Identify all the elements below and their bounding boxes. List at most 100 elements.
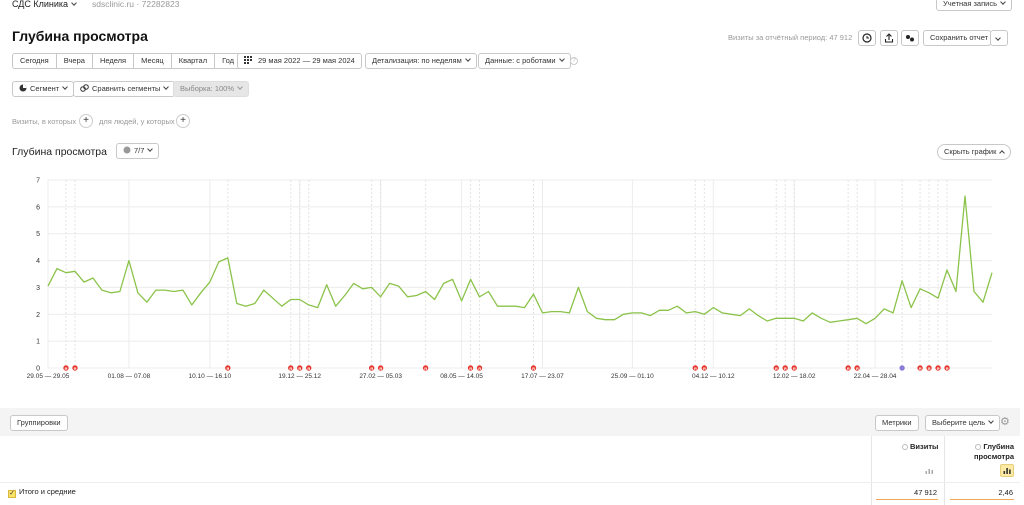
x-tick-label: 29.05 — 29.05	[27, 373, 70, 380]
y-tick-label: 4	[36, 258, 40, 265]
period-month[interactable]: Месяц	[134, 54, 172, 68]
export-button[interactable]	[880, 30, 898, 46]
visits-filter-label: Визиты, в которых	[12, 117, 77, 126]
clock-button[interactable]	[858, 30, 876, 46]
detail-selector[interactable]: Детализация: по неделям	[365, 53, 477, 69]
col-depth-chart-icon[interactable]	[1000, 464, 1014, 477]
sample-selector[interactable]: Выборка: 100%	[173, 81, 249, 97]
depth-series-line	[47, 195, 993, 325]
x-tick-label: 12.02 — 18.02	[773, 373, 816, 380]
counter-selector[interactable]: СДС Клиника	[12, 0, 77, 9]
annotation-marker-label: Я	[946, 366, 949, 371]
x-tick-label: 27.02 — 05.03	[359, 373, 402, 380]
annotation-marker-label: Я	[793, 366, 796, 371]
annotation-marker-label: Я	[370, 366, 373, 371]
table-toolbar	[0, 408, 1020, 436]
period-week[interactable]: Неделя	[93, 54, 135, 68]
period-today[interactable]: Сегодня	[13, 54, 57, 68]
pie-icon	[19, 84, 27, 92]
report-table: Визиты Глубина просмотра ✓ Итого и средние…	[0, 436, 1020, 505]
annotation-marker-label: Я	[937, 366, 940, 371]
annotation-marker-label: Я	[703, 366, 706, 371]
table-settings-icon[interactable]: ⚙	[1000, 417, 1010, 428]
chart-metrics-button[interactable]: 7/7	[116, 143, 160, 159]
annotation-marker-label: Я	[919, 366, 922, 371]
compare-icon	[80, 84, 89, 92]
save-report-button[interactable]: Сохранить отчет	[923, 30, 991, 46]
annotation-marker-label: Я	[784, 366, 787, 371]
annotation-marker-label: Я	[424, 366, 427, 371]
add-people-filter-button[interactable]: +	[176, 114, 190, 128]
period-selector: Сегодня Вчера Неделя Месяц Квартал Год	[12, 53, 243, 69]
clock-icon	[862, 33, 872, 43]
share-icon	[906, 35, 914, 42]
page-title: Глубина просмотра	[12, 28, 148, 44]
x-tick-label: 01.08 — 07.08	[108, 373, 151, 380]
data-mode-selector[interactable]: Данные: с роботами	[478, 53, 571, 69]
x-tick-label: 04.12 — 10.12	[692, 373, 735, 380]
x-tick-label: 10.10 — 16.10	[189, 373, 232, 380]
annotation-marker-label: Я	[307, 366, 310, 371]
y-tick-label: 6	[36, 204, 40, 211]
site-domain: sdsclinic.ru · 72282823	[92, 0, 180, 9]
counter-name: СДС Клиника	[12, 0, 69, 9]
annotation-marker-label: Я	[856, 366, 859, 371]
calendar-icon	[244, 56, 252, 64]
annotation-marker-label: Я	[775, 366, 778, 371]
y-tick-label: 3	[36, 285, 40, 292]
annotation-marker-label: Я	[478, 366, 481, 371]
annotation-marker-label: Я	[847, 366, 850, 371]
annotation-marker-label: Я	[289, 366, 292, 371]
depth-line-chart: 0 1 2 3 4 5 6 7 29.05 — 29.05 01.08 — 07.08 10.10 …	[27, 178, 993, 380]
chart-title: Глубина просмотра	[12, 146, 107, 158]
help-icon[interactable]: ?	[570, 57, 578, 65]
x-tick-label: 22.04 — 28.04	[854, 373, 897, 380]
annotation-marker-label: Я	[65, 366, 68, 371]
x-tick-label: 17.07 — 23.07	[521, 373, 564, 380]
visits-summary: Визиты за отчётный период: 47 912	[728, 33, 853, 42]
compare-segments-button[interactable]: Сравнить сегменты	[73, 81, 176, 97]
total-visits-value: 47 912	[914, 488, 937, 497]
annotation-marker-label: Я	[74, 366, 77, 371]
x-tick-label: 19.12 — 25.12	[278, 373, 321, 380]
export-icon	[884, 33, 894, 43]
col-visits-chart-icon[interactable]	[925, 466, 934, 474]
share-button[interactable]	[901, 30, 919, 46]
account-button[interactable]: Учетная запись	[936, 0, 1013, 11]
annotation-marker-label: Я	[469, 366, 472, 371]
save-report-menu-button[interactable]	[990, 30, 1008, 46]
y-tick-label: 2	[36, 312, 40, 319]
chevron-down-icon	[995, 35, 1001, 41]
total-depth-value: 2,46	[998, 488, 1013, 497]
x-tick-label: 25.09 — 01.10	[611, 373, 654, 380]
y-tick-label: 1	[36, 339, 40, 346]
col-visits-header[interactable]: Визиты	[902, 442, 938, 451]
add-visits-filter-button[interactable]: +	[79, 114, 93, 128]
period-yesterday[interactable]: Вчера	[57, 54, 93, 68]
annotation-marker-label: Я	[928, 366, 931, 371]
annotation-marker-label: Я	[694, 366, 697, 371]
chevron-down-icon	[71, 0, 77, 6]
annotation-marker-label: Я	[298, 366, 301, 371]
x-tick-label: 08.05 — 14.05	[440, 373, 483, 380]
total-row[interactable]: ✓ Итого и средние	[8, 487, 76, 498]
user-annotation-marker	[898, 364, 906, 372]
groupings-button[interactable]: Группировки	[10, 415, 68, 431]
goal-selector[interactable]: Выберите цель	[925, 415, 1001, 431]
people-filter-label: для людей, у которых	[99, 117, 175, 126]
period-quarter[interactable]: Квартал	[172, 54, 216, 68]
y-tick-label: 0	[36, 366, 40, 373]
segment-button[interactable]: Сегмент	[12, 81, 75, 97]
chart-type-icon	[123, 146, 131, 154]
annotation-marker-label: Я	[226, 366, 229, 371]
metrics-button[interactable]: Метрики	[875, 415, 919, 431]
col-depth-header[interactable]: Глубина просмотра	[972, 442, 1014, 461]
checkbox-checked-icon[interactable]: ✓	[8, 490, 16, 498]
sort-radio-icon	[902, 443, 908, 450]
annotation-marker-label: Я	[532, 366, 535, 371]
annotation-marker-label: Я	[379, 366, 382, 371]
hide-chart-button[interactable]: Скрыть график	[937, 144, 1012, 160]
sort-radio-icon	[975, 443, 982, 450]
y-tick-label: 5	[36, 231, 40, 238]
date-range-picker[interactable]: 29 мая 2022 — 29 мая 2024	[237, 53, 362, 69]
